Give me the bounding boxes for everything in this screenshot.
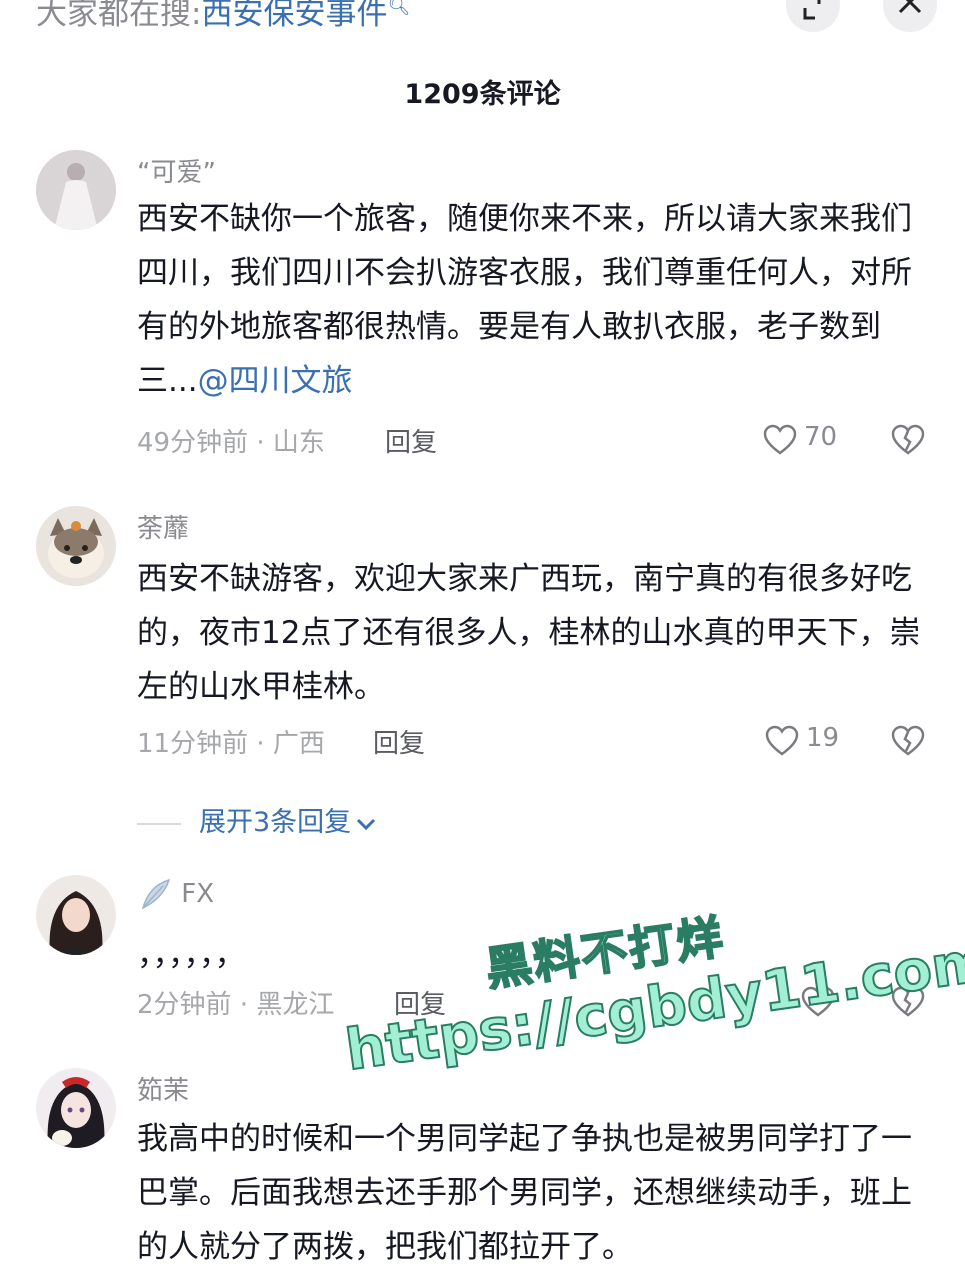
search-suggestion[interactable]: 大家都在搜:西安保安事件🔍︎ xyxy=(36,0,410,33)
like-button[interactable]: 19 xyxy=(764,723,844,759)
dislike-button[interactable] xyxy=(890,422,926,458)
like-button[interactable] xyxy=(800,984,860,1020)
comment-count-title: 1209条评论 xyxy=(404,79,561,110)
comment-text: ，，，，，， xyxy=(137,937,246,973)
close-icon xyxy=(898,0,922,14)
like-count: 19 xyxy=(806,723,840,753)
expand-icon xyxy=(803,0,821,20)
comment-author[interactable]: 筎茉 xyxy=(137,1070,189,1107)
expand-replies-button[interactable]: 展开3条回复 xyxy=(137,800,379,839)
reply-button[interactable]: 回复 xyxy=(385,422,437,459)
broken-heart-icon xyxy=(891,986,925,1017)
divider xyxy=(137,822,181,825)
chevron-down-icon xyxy=(357,818,376,830)
broken-heart-icon xyxy=(891,424,925,455)
comment-time-location: 11分钟前 · 广西 xyxy=(137,729,325,759)
search-suggestion-keyword[interactable]: 西安保安事件 xyxy=(201,0,387,32)
comment-time-location: 2分钟前 · 黑龙江 xyxy=(137,990,335,1020)
feather-icon xyxy=(141,878,171,910)
comment-text: 西安不缺游客，欢迎大家来广西玩，南宁真的有很多好吃的，夜市12点了还有很多人，桂… xyxy=(137,561,921,705)
comment-author-name: FX xyxy=(181,879,215,909)
dislike-button[interactable] xyxy=(890,984,926,1020)
like-button[interactable]: 70 xyxy=(762,422,842,458)
reply-button[interactable]: 回复 xyxy=(373,723,425,760)
search-icon: 🔍︎ xyxy=(387,0,411,17)
like-count: 70 xyxy=(804,422,838,452)
heart-icon xyxy=(765,725,799,756)
comment-time-location: 49分钟前 · 山东 xyxy=(137,428,325,458)
avatar[interactable] xyxy=(36,150,116,230)
close-button[interactable] xyxy=(883,0,937,32)
heart-icon xyxy=(801,986,835,1017)
top-bar: 大家都在搜:西安保安事件🔍︎ xyxy=(0,0,965,40)
reply-button[interactable]: 回复 xyxy=(394,984,446,1021)
broken-heart-icon xyxy=(891,725,925,756)
comment-text: 我高中的时候和一个男同学起了争执也是被男同学打了一巴掌。后面我想去还手那个男同学… xyxy=(137,1121,912,1265)
dislike-button[interactable] xyxy=(890,723,926,759)
expand-replies-label: 展开3条回复 xyxy=(199,807,352,838)
mention-link[interactable]: @四川文旅 xyxy=(198,363,353,399)
comment-author[interactable]: FX xyxy=(137,876,214,912)
comment-text: 西安不缺你一个旅客，随便你来不来，所以请大家来我们四川，我们四川不会扒游客衣服，… xyxy=(137,192,927,408)
avatar[interactable] xyxy=(36,506,116,586)
heart-icon xyxy=(763,424,797,455)
comment-author[interactable]: “可爱” xyxy=(137,152,216,189)
expand-button[interactable] xyxy=(786,0,840,32)
comment-author[interactable]: 荼蘼 xyxy=(137,508,189,545)
avatar[interactable] xyxy=(36,1068,116,1148)
search-suggestion-prefix: 大家都在搜: xyxy=(36,0,202,32)
avatar[interactable] xyxy=(36,875,116,955)
